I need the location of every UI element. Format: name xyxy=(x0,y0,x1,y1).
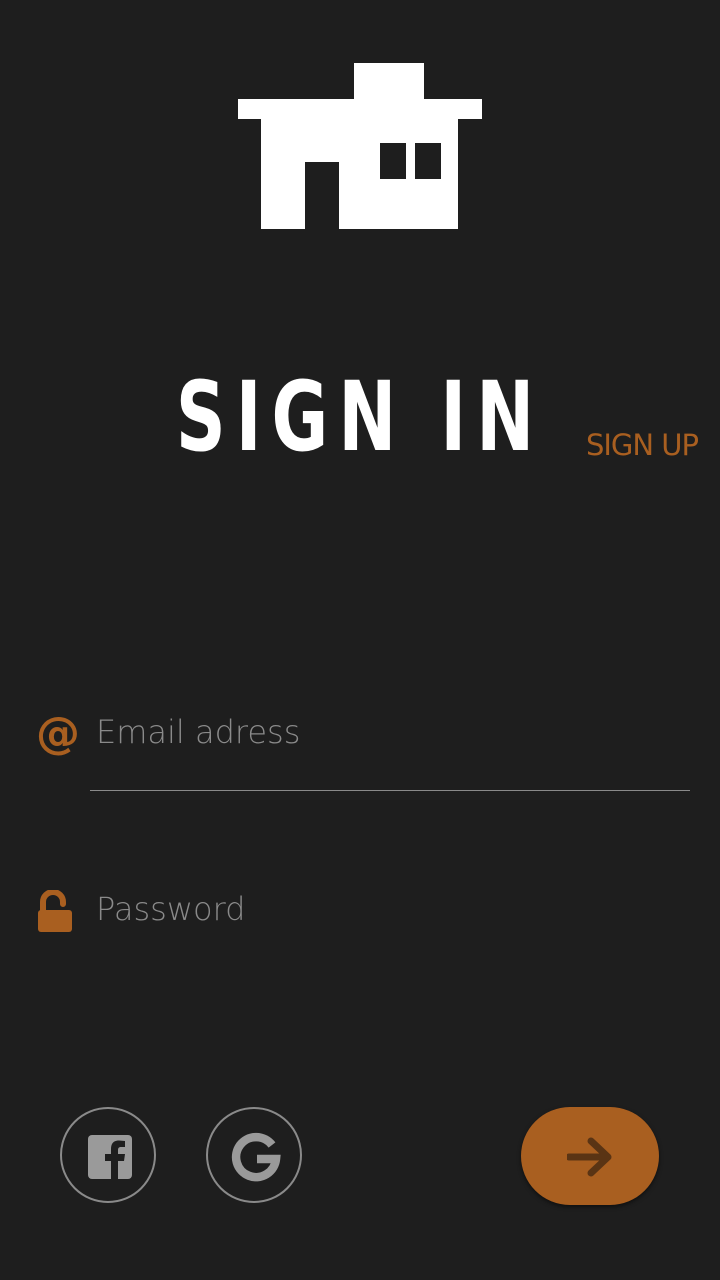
facebook-icon xyxy=(88,1135,132,1179)
facebook-login-button[interactable] xyxy=(60,1107,156,1203)
page-title: SIGN IN xyxy=(175,361,545,473)
at-icon: @ xyxy=(36,708,80,759)
email-underline xyxy=(90,790,690,791)
email-input[interactable] xyxy=(96,704,686,760)
google-icon xyxy=(231,1132,281,1182)
google-login-button[interactable] xyxy=(206,1107,302,1203)
arrow-right-icon xyxy=(567,1137,612,1177)
unlocked-lock-icon xyxy=(38,890,72,932)
signup-link[interactable]: SIGN UP xyxy=(586,428,699,462)
password-input[interactable] xyxy=(96,881,686,937)
house-icon xyxy=(238,63,482,230)
submit-arrow-button[interactable] xyxy=(521,1107,659,1205)
